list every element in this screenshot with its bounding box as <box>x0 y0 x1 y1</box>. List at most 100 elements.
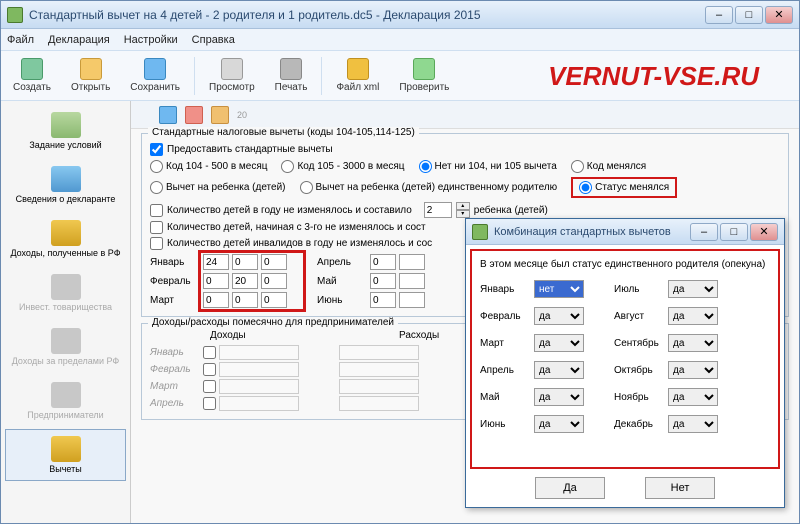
maximize-button[interactable]: □ <box>735 6 763 24</box>
menu-declaration[interactable]: Декларация <box>48 34 110 46</box>
menu-file[interactable]: Файл <box>7 34 34 46</box>
sel-feb[interactable]: да <box>534 307 584 325</box>
menu-help[interactable]: Справка <box>192 34 235 46</box>
entr-feb-income[interactable] <box>219 362 299 377</box>
entr-feb-expense[interactable] <box>339 362 419 377</box>
open-button[interactable]: Открыть <box>65 56 116 95</box>
jun-v1[interactable] <box>370 292 396 308</box>
print-button[interactable]: Печать <box>269 56 314 95</box>
entr-mar-chk[interactable] <box>203 380 216 393</box>
sidebar-declarant[interactable]: Сведения о декларанте <box>5 159 126 211</box>
sel-oct[interactable]: да <box>668 361 718 379</box>
feb-v3[interactable] <box>261 273 287 289</box>
sel-jun[interactable]: да <box>534 415 584 433</box>
mar-v3[interactable] <box>261 292 287 308</box>
count1-row: Количество детей в году не изменялось и … <box>150 202 780 218</box>
jan-v3[interactable] <box>261 254 287 270</box>
app-icon <box>7 7 23 23</box>
sel-sep[interactable]: да <box>668 334 718 352</box>
apr-v1[interactable] <box>370 254 396 270</box>
month-jun-label: Июнь <box>317 295 367 306</box>
yes-button[interactable]: Да <box>535 477 605 499</box>
abroad-icon <box>51 328 81 354</box>
close-button[interactable]: ✕ <box>765 6 793 24</box>
xml-icon <box>347 58 369 80</box>
sel-mar[interactable]: да <box>534 334 584 352</box>
dialog-message: В этом месяце был статус единственного р… <box>480 259 770 270</box>
radio-105[interactable]: Код 105 - 3000 в месяц <box>281 160 404 173</box>
dialog-close[interactable]: ✕ <box>750 223 778 241</box>
view-icon <box>221 58 243 80</box>
entr-jan-expense[interactable] <box>339 345 419 360</box>
sel-aug[interactable]: да <box>668 307 718 325</box>
save-button[interactable]: Сохранить <box>124 56 186 95</box>
minimize-button[interactable]: – <box>705 6 733 24</box>
sel-jul[interactable]: да <box>668 280 718 298</box>
radio-none[interactable]: Нет ни 104, ни 105 вычета <box>419 160 557 173</box>
new-button[interactable]: Создать <box>7 56 57 95</box>
sidebar-income-rf[interactable]: Доходы, полученные в РФ <box>5 213 126 265</box>
sel-nov[interactable]: да <box>668 388 718 406</box>
sidebar-conditions[interactable]: Задание условий <box>5 105 126 157</box>
sel-apr[interactable]: да <box>534 361 584 379</box>
sel-jan[interactable]: нет <box>534 280 584 298</box>
jan-v1[interactable] <box>203 254 229 270</box>
sel-may[interactable]: да <box>534 388 584 406</box>
radio-104[interactable]: Код 104 - 500 в месяц <box>150 160 267 173</box>
mini-toolbar: 20 <box>131 101 799 129</box>
count1-checkbox[interactable] <box>150 204 163 217</box>
combination-dialog: Комбинация стандартных вычетов – □ ✕ В э… <box>465 218 785 508</box>
mar-v2[interactable] <box>232 292 258 308</box>
count3-checkbox[interactable] <box>150 237 163 250</box>
open-icon <box>80 58 102 80</box>
mar-v1[interactable] <box>203 292 229 308</box>
invest-icon <box>51 274 81 300</box>
spin-down[interactable]: ▾ <box>456 210 470 218</box>
mini-tool-2[interactable] <box>185 106 203 124</box>
month-may-label: Май <box>317 276 367 287</box>
xml-button[interactable]: Файл xml <box>330 56 385 95</box>
entr-feb-chk[interactable] <box>203 363 216 376</box>
mini-tool-1[interactable] <box>159 106 177 124</box>
watermark: VERNUT-VSE.RU <box>548 61 759 92</box>
month-apr-label: Апрель <box>317 257 367 268</box>
entr-jan-income[interactable] <box>219 345 299 360</box>
radio-child-single[interactable]: Вычет на ребенка (детей) единственному р… <box>300 181 558 194</box>
dialog-maximize[interactable]: □ <box>720 223 748 241</box>
child-radio-row: Вычет на ребенка (детей) Вычет на ребенк… <box>150 177 780 198</box>
radio-child[interactable]: Вычет на ребенка (детей) <box>150 181 286 194</box>
may-v1[interactable] <box>370 273 396 289</box>
sidebar-deductions[interactable]: Вычеты <box>5 429 126 481</box>
view-button[interactable]: Просмотр <box>203 56 261 95</box>
feb-v2[interactable] <box>232 273 258 289</box>
entr-mar-income[interactable] <box>219 379 299 394</box>
entr-icon <box>51 382 81 408</box>
may-v2[interactable] <box>399 273 425 289</box>
mini-label: 20 <box>237 110 247 120</box>
provide-checkbox[interactable] <box>150 143 163 156</box>
deductions-icon <box>51 436 81 462</box>
entr-apr-expense[interactable] <box>339 396 419 411</box>
feb-v1[interactable] <box>203 273 229 289</box>
menu-settings[interactable]: Настройки <box>124 34 178 46</box>
no-button[interactable]: Нет <box>645 477 715 499</box>
mini-tool-3[interactable] <box>211 106 229 124</box>
sel-dec[interactable]: да <box>668 415 718 433</box>
count2-checkbox[interactable] <box>150 221 163 234</box>
radio-changed[interactable]: Код менялся <box>571 160 646 173</box>
code-radio-row: Код 104 - 500 в месяц Код 105 - 3000 в м… <box>150 160 780 173</box>
provide-check-row: Предоставить стандартные вычеты <box>150 143 780 156</box>
radio-status-changed[interactable]: Статус менялся <box>571 177 677 198</box>
print-icon <box>280 58 302 80</box>
entr-apr-chk[interactable] <box>203 397 216 410</box>
entr-jan-chk[interactable] <box>203 346 216 359</box>
entr-apr-income[interactable] <box>219 396 299 411</box>
dialog-minimize[interactable]: – <box>690 223 718 241</box>
spin-up[interactable]: ▴ <box>456 202 470 210</box>
jun-v2[interactable] <box>399 292 425 308</box>
check-button[interactable]: Проверить <box>393 56 455 95</box>
children-count[interactable] <box>424 202 452 218</box>
entr-mar-expense[interactable] <box>339 379 419 394</box>
apr-v2[interactable] <box>399 254 425 270</box>
jan-v2[interactable] <box>232 254 258 270</box>
